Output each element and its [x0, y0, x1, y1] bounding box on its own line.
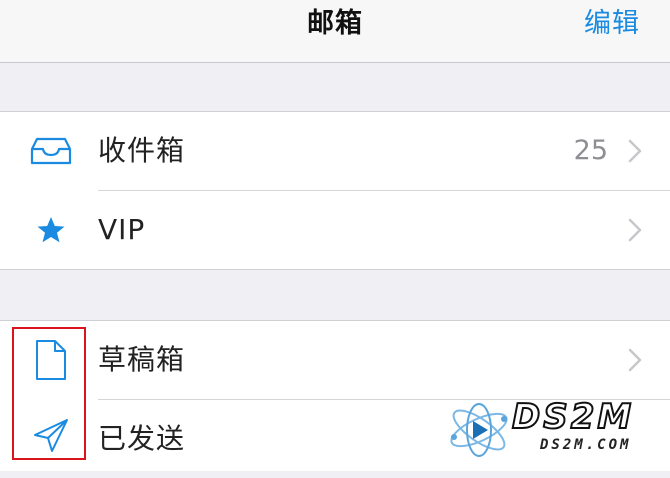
mailbox-label: VIP: [98, 213, 146, 246]
mailbox-row-drafts[interactable]: 草稿箱: [0, 321, 670, 399]
chevron-right-icon: [628, 218, 642, 242]
navigation-bar: 邮箱 编辑: [0, 0, 670, 63]
star-icon: [30, 212, 72, 248]
chevron-right-icon: [628, 348, 642, 372]
paper-plane-icon: [30, 416, 72, 456]
mailbox-label: 已发送: [98, 422, 186, 455]
mailbox-group-primary: 收件箱 25 VIP: [0, 111, 670, 270]
mailbox-label: 收件箱: [98, 134, 186, 167]
document-icon: [30, 339, 72, 381]
mailbox-row-sent[interactable]: 已发送: [0, 400, 670, 478]
mailbox-row-vip[interactable]: VIP: [0, 191, 670, 269]
edit-button[interactable]: 编辑: [584, 0, 640, 52]
unread-count: 25: [573, 135, 608, 166]
inbox-tray-icon: [30, 133, 72, 169]
chevron-right-icon: [628, 139, 642, 163]
mailbox-label: 草稿箱: [98, 343, 186, 376]
mailbox-row-inbox[interactable]: 收件箱 25: [0, 112, 670, 190]
mailbox-group-secondary: 草稿箱 已发送: [0, 320, 670, 471]
page-title: 邮箱: [307, 8, 363, 39]
